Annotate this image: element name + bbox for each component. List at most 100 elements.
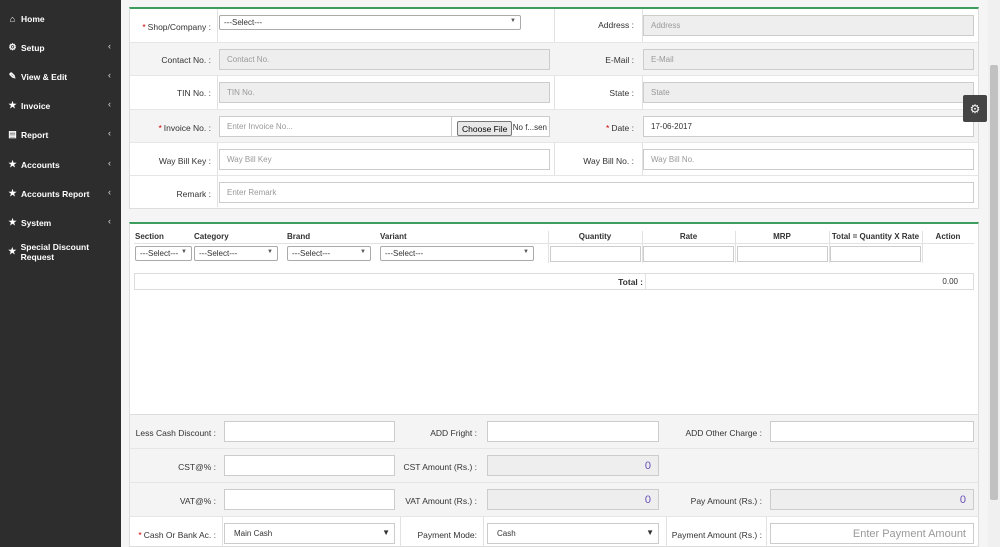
payment-amount-input[interactable]: Enter Payment Amount xyxy=(770,523,974,544)
summary-row: CST@% : CST Amount (Rs.) : 0 xyxy=(130,449,978,483)
state-label: State : xyxy=(609,88,634,98)
invoice-no-label: * Invoice No. : xyxy=(158,123,211,133)
address-label: Address : xyxy=(598,20,634,30)
email-field[interactable]: E-Mail xyxy=(643,49,974,70)
col-header-rate: Rate xyxy=(679,232,698,241)
summary-row: * Cash Or Bank Ac. : Main Cash ▼ Payment M… xyxy=(130,517,978,547)
sidebar-item-accounts[interactable]: ★ Accounts ‹ xyxy=(0,150,121,179)
sidebar-item-special-discount-request[interactable]: ★ Special Discount Request xyxy=(0,237,121,266)
brand-select[interactable]: ---Select--- ▼ xyxy=(287,246,371,261)
section-select[interactable]: ---Select--- ▼ xyxy=(135,246,192,261)
home-icon: ⌂ xyxy=(9,13,16,24)
add-fright-input[interactable] xyxy=(487,421,659,442)
contact-field[interactable]: Contact No. xyxy=(219,49,550,70)
form-row: * Invoice No. : Enter Invoice No... Choos… xyxy=(130,110,978,143)
sidebar-item-label: Accounts xyxy=(21,159,60,170)
cash-or-bank-select[interactable]: Main Cash ▼ xyxy=(224,523,395,544)
sidebar-item-label: System xyxy=(21,217,52,228)
divider xyxy=(548,231,549,263)
no-file-label: No f...sen xyxy=(512,123,547,132)
total-value: 0.00 xyxy=(942,277,958,286)
sidebar-item-label: Home xyxy=(21,13,45,24)
sidebar-item-report[interactable]: ▤ Report ‹ xyxy=(0,120,121,149)
col-header-quantity: Quantity xyxy=(578,232,612,241)
rate-input[interactable] xyxy=(643,246,734,262)
form-row: Remark : Enter Remark xyxy=(130,176,978,208)
page-scrollbar[interactable] xyxy=(988,0,1000,547)
quantity-input[interactable] xyxy=(550,246,641,262)
star-icon: ★ xyxy=(8,246,17,256)
col-header-action: Action xyxy=(935,232,961,241)
state-field[interactable]: State xyxy=(643,82,974,103)
invoice-header-panel: * Shop/Company : ---Select--- ▼ Address : … xyxy=(129,7,979,209)
line-total-input[interactable] xyxy=(830,246,921,262)
sidebar-item-accounts-report[interactable]: ★ Accounts Report ‹ xyxy=(0,179,121,208)
remark-input[interactable]: Enter Remark xyxy=(219,182,974,203)
date-label: * Date : xyxy=(606,123,634,133)
less-cash-discount-label: Less Cash Discount : xyxy=(135,428,216,438)
col-header-category: Category xyxy=(194,232,229,241)
payment-mode-select[interactable]: Cash ▼ xyxy=(487,523,659,544)
tin-field[interactable]: TIN No. xyxy=(219,82,550,103)
email-label: E-Mail : xyxy=(605,55,634,65)
summary-row: VAT@% : VAT Amount (Rs.) : 0 Pay Amount … xyxy=(130,483,978,517)
pay-amount-field: 0 xyxy=(770,489,974,510)
chevron-left-icon: ‹ xyxy=(108,187,111,197)
total-label: Total : xyxy=(618,277,643,287)
choose-file-button[interactable]: Choose File xyxy=(457,121,513,136)
chevron-down-icon: ▼ xyxy=(382,528,390,537)
waybill-key-input[interactable]: Way Bill Key xyxy=(219,149,550,170)
form-row: * Shop/Company : ---Select--- ▼ Address : … xyxy=(130,9,978,43)
total-row: Total : 0.00 xyxy=(134,273,974,290)
waybill-key-label: Way Bill Key : xyxy=(158,156,211,166)
col-header-brand: Brand xyxy=(287,232,311,241)
vat-amount-value: 0 xyxy=(644,494,651,506)
chevron-left-icon: ‹ xyxy=(108,41,111,51)
col-header-total: Total = Quantity X Rate xyxy=(831,232,920,241)
category-select[interactable]: ---Select--- ▼ xyxy=(194,246,278,261)
vat-pct-input[interactable] xyxy=(224,489,395,510)
sidebar-item-invoice[interactable]: ★ Invoice ‹ xyxy=(0,91,121,120)
less-cash-discount-input[interactable] xyxy=(224,421,395,442)
col-header-variant: Variant xyxy=(380,232,407,241)
divider xyxy=(645,274,646,289)
cst-amount-field: 0 xyxy=(487,455,659,476)
sidebar-item-view-edit[interactable]: ✎ View & Edit ‹ xyxy=(0,62,121,91)
variant-select[interactable]: ---Select--- ▼ xyxy=(380,246,534,261)
col-header-section: Section xyxy=(135,232,164,241)
settings-gear-button[interactable]: ⚙ xyxy=(963,95,987,122)
mrp-input[interactable] xyxy=(737,246,828,262)
chevron-left-icon: ‹ xyxy=(108,99,111,109)
star-icon: ★ xyxy=(8,188,17,198)
add-other-charge-label: ADD Other Charge : xyxy=(685,428,762,438)
form-row: TIN No. : TIN No. State : State xyxy=(130,76,978,110)
scrollbar-thumb[interactable] xyxy=(990,65,998,500)
star-icon: ★ xyxy=(8,100,17,110)
cst-amount-value: 0 xyxy=(644,460,651,472)
form-row: Contact No. : Contact No. E-Mail : E-Mai… xyxy=(130,43,978,76)
remark-label: Remark : xyxy=(176,189,211,199)
add-other-charge-input[interactable] xyxy=(770,421,974,442)
summary-row: Less Cash Discount : ADD Fright : ADD Ot… xyxy=(130,415,978,449)
chevron-down-icon: ▼ xyxy=(646,528,654,537)
invoice-no-input[interactable]: Enter Invoice No... xyxy=(219,116,452,137)
star-icon: ★ xyxy=(8,217,17,227)
sidebar-item-setup[interactable]: ⚙ Setup ‹ xyxy=(0,33,121,62)
chevron-left-icon: ‹ xyxy=(108,128,111,138)
cst-pct-input[interactable] xyxy=(224,455,395,476)
chevron-left-icon: ‹ xyxy=(108,70,111,80)
waybill-no-input[interactable]: Way Bill No. xyxy=(643,149,974,170)
gears-icon: ⚙ xyxy=(8,42,17,52)
add-fright-label: ADD Fright : xyxy=(430,428,477,438)
sidebar-item-home[interactable]: ⌂ Home xyxy=(0,4,121,33)
divider xyxy=(134,243,974,244)
form-row: Way Bill Key : Way Bill Key Way Bill No.… xyxy=(130,143,978,176)
contact-label: Contact No. : xyxy=(161,55,211,65)
edit-icon: ✎ xyxy=(8,71,17,81)
divider xyxy=(735,231,736,263)
vat-amount-label: VAT Amount (Rs.) : xyxy=(405,496,477,506)
sidebar-item-system[interactable]: ★ System ‹ xyxy=(0,208,121,237)
address-field[interactable]: Address xyxy=(643,15,974,36)
shop-company-select[interactable]: ---Select--- ▼ xyxy=(219,15,521,30)
date-input[interactable]: 17-06-2017 xyxy=(643,116,974,137)
